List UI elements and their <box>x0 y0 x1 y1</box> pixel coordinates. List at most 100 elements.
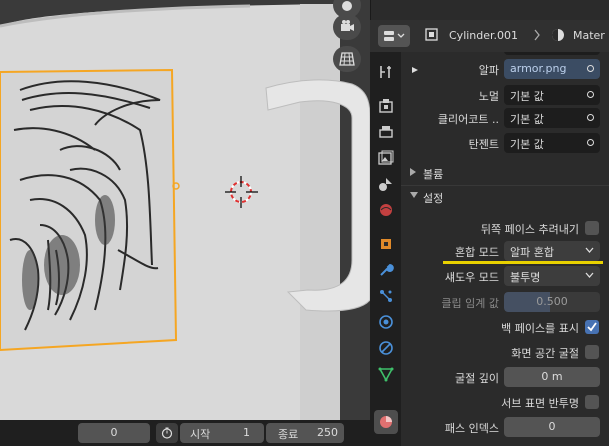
alpha-label: 알파 <box>478 64 499 77</box>
scene-icon[interactable] <box>374 172 398 196</box>
tangent-label: 탄젠트 <box>468 138 499 151</box>
tangent-value: 기본 값 <box>510 138 544 151</box>
modifier-wrench-icon[interactable] <box>374 258 398 282</box>
start-label: 시작 <box>190 428 211 441</box>
pin-square-icon <box>425 28 438 44</box>
refraction-depth-label: 굴절 깊이 <box>455 372 499 385</box>
show-backface-row: 백 페이스를 표시 <box>401 316 609 338</box>
highlight-underline <box>443 261 603 264</box>
object-icon[interactable] <box>374 232 398 256</box>
current-frame-field[interactable]: 0 <box>78 423 150 443</box>
settings-section-header[interactable]: 설정 <box>401 186 609 208</box>
pass-index-row: 패스 인덱스 0 <box>401 416 609 438</box>
show-backface-checkbox[interactable] <box>585 320 599 334</box>
clearcoat-value: 기본 값 <box>510 113 544 126</box>
blend-mode-label: 혼합 모드 <box>455 246 499 259</box>
alpha-texture-name: armor.png <box>510 62 567 75</box>
top-strip <box>370 0 609 20</box>
clip-threshold-label: 클립 임계 값 <box>441 297 499 310</box>
properties-tabs <box>370 52 401 446</box>
shadow-mode-row: 섀도우 모드 불투명 <box>401 265 609 287</box>
world-icon[interactable] <box>374 198 398 222</box>
pass-index-label: 패스 인덱스 <box>444 422 499 435</box>
alpha-texture-field[interactable]: armor.png <box>504 59 600 79</box>
grid-ortho-icon[interactable] <box>333 46 361 72</box>
backface-culling-label: 뒤쪽 페이스 추려내기 <box>480 223 579 236</box>
shadow-mode-dropdown[interactable]: 불투명 <box>504 266 600 286</box>
chevron-down-icon <box>585 247 594 253</box>
render-icon[interactable] <box>374 94 398 118</box>
blend-mode-dropdown[interactable]: 알파 혼합 <box>504 241 600 261</box>
refraction-depth-row: 굴절 깊이 0 m <box>401 366 609 388</box>
material-sphere-icon <box>551 28 565 45</box>
shadow-mode-label: 섀도우 모드 <box>444 271 499 284</box>
clipped-field <box>504 52 600 55</box>
editor-type-dropdown[interactable] <box>378 25 410 47</box>
output-icon[interactable] <box>374 120 398 144</box>
end-frame-field[interactable]: 종료 250 <box>266 423 344 443</box>
refraction-depth-field[interactable]: 0 m <box>504 367 600 387</box>
tangent-row: 탄젠트 기본 값 <box>401 132 609 154</box>
clearcoat-field[interactable]: 기본 값 <box>504 108 600 128</box>
start-value: 1 <box>243 426 250 439</box>
normal-value: 기본 값 <box>510 90 544 103</box>
blend-mode-value: 알파 혼합 <box>510 246 554 259</box>
screen-space-refraction-checkbox[interactable] <box>585 345 599 359</box>
object-data-icon[interactable] <box>374 362 398 386</box>
backface-culling-row: 뒤쪽 페이스 추려내기 <box>401 217 609 239</box>
clearcoat-row: 클리어코트 .. 기본 값 <box>401 107 609 129</box>
volume-section-label: 볼륨 <box>423 168 444 181</box>
camera-icon[interactable] <box>333 14 361 40</box>
show-backface-label: 백 페이스를 표시 <box>501 322 579 335</box>
physics-icon[interactable] <box>374 310 398 334</box>
chevron-down-icon <box>585 272 594 278</box>
backface-culling-checkbox[interactable] <box>585 221 599 235</box>
clip-threshold-row: 클립 임계 값 0.500 <box>401 291 609 313</box>
blend-mode-row: 혼합 모드 알파 혼합 <box>401 240 609 264</box>
clearcoat-label: 클리어코트 .. <box>437 113 499 126</box>
particles-icon[interactable] <box>374 284 398 308</box>
normal-label: 노멀 <box>478 90 499 103</box>
material-panel: 알파 armor.png 노멀 기본 값 클리어코트 .. 기본 값 탄젠트 기… <box>401 52 609 446</box>
volume-section-header[interactable]: 볼륨 <box>401 162 609 184</box>
subsurface-translucency-row: 서브 표면 반투명 <box>401 391 609 413</box>
subsurface-translucency-checkbox[interactable] <box>585 395 599 409</box>
3d-viewport[interactable]: 0 시작 1 종료 250 <box>0 0 370 446</box>
timeline-bar: 0 시작 1 종료 250 <box>0 420 370 446</box>
viewport-scene <box>0 0 370 446</box>
shadow-mode-value: 불투명 <box>510 271 541 284</box>
clip-threshold-slider[interactable]: 0.500 <box>504 292 600 312</box>
object-name: Cylinder.001 <box>449 29 519 42</box>
collapse-triangle-icon[interactable] <box>411 64 419 77</box>
socket-dot-icon[interactable] <box>587 139 594 146</box>
view-layer-icon[interactable] <box>374 146 398 170</box>
end-value: 250 <box>317 426 338 439</box>
chevron-down-icon <box>410 192 418 198</box>
tool-icon[interactable] <box>374 60 398 84</box>
refraction-depth-value: 0 m <box>541 370 563 383</box>
subsurface-translucency-label: 서브 표면 반투명 <box>501 397 579 410</box>
alpha-row: 알파 armor.png <box>401 58 609 80</box>
pass-index-field[interactable]: 0 <box>504 417 600 437</box>
end-label: 종료 <box>278 428 299 441</box>
properties-editor: Cylinder.001 Mater 알파 armor.png 노멀 기본 값 … <box>370 0 609 446</box>
screen-space-refraction-label: 화면 공간 굴절 <box>511 347 579 360</box>
start-frame-field[interactable]: 시작 1 <box>180 423 264 443</box>
socket-dot-icon[interactable] <box>587 114 594 121</box>
material-name: Mater <box>573 29 605 42</box>
stopwatch-icon[interactable] <box>156 423 178 443</box>
normal-row: 노멀 기본 값 <box>401 84 609 106</box>
normal-field[interactable]: 기본 값 <box>504 85 600 105</box>
tangent-field[interactable]: 기본 값 <box>504 133 600 153</box>
properties-header: Cylinder.001 Mater <box>370 20 609 52</box>
settings-section-label: 설정 <box>423 192 444 205</box>
socket-dot-icon[interactable] <box>587 65 594 72</box>
clip-threshold-value: 0.500 <box>536 295 568 308</box>
chevron-right-icon <box>410 168 416 176</box>
material-tab-icon[interactable] <box>374 410 398 434</box>
checkmark-icon <box>587 322 597 332</box>
socket-dot-icon[interactable] <box>587 91 594 98</box>
chevron-right-icon <box>533 29 541 44</box>
pass-index-value: 0 <box>548 420 556 433</box>
constraints-icon[interactable] <box>374 336 398 360</box>
